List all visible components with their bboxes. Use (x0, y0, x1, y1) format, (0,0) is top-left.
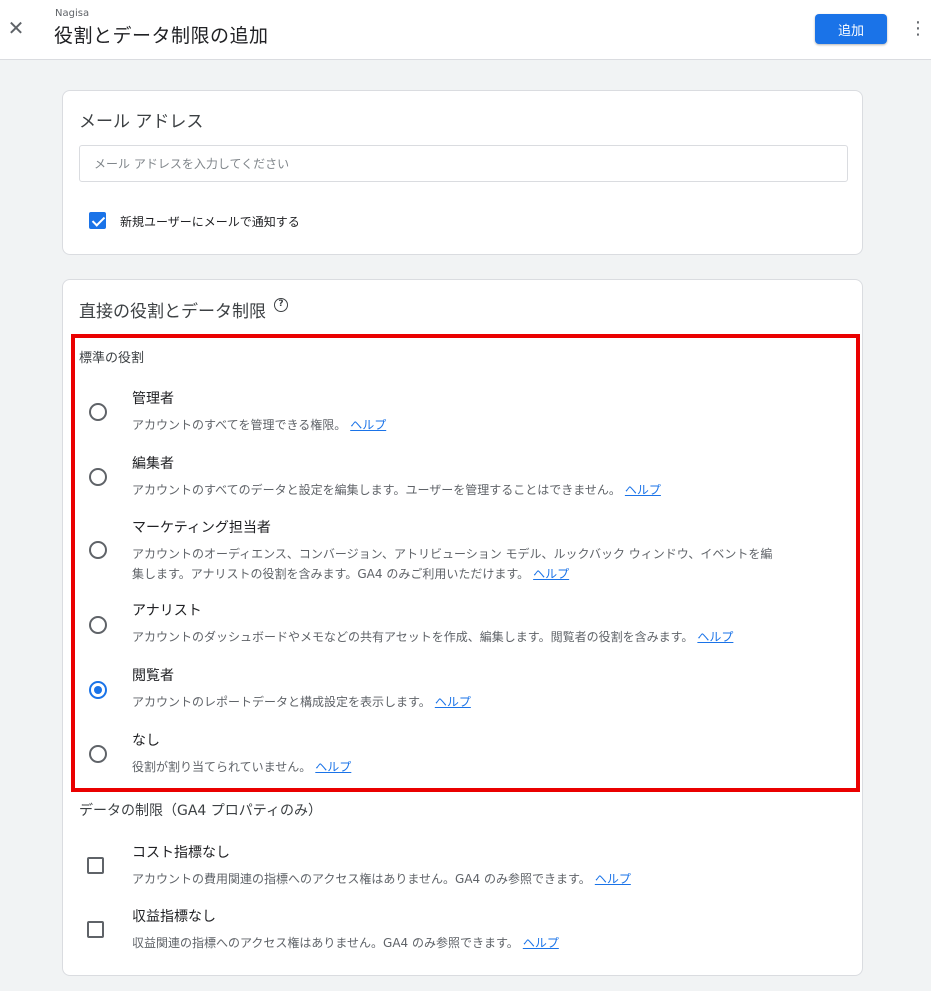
help-link-editor[interactable]: ヘルプ (625, 483, 661, 497)
role-desc-text: アカウントのダッシュボードやメモなどの共有アセットを作成、編集します。閲覧者の役… (132, 630, 694, 644)
role-desc-analyst: アカウントのダッシュボードやメモなどの共有アセットを作成、編集します。閲覧者の役… (132, 627, 733, 647)
restriction-title-cost: コスト指標なし (132, 845, 230, 861)
role-title-marketer: マーケティング担当者 (132, 520, 271, 536)
restriction-desc-text: アカウントの費用関連の指標へのアクセス権はありません。GA4 のみ参照できます。 (132, 872, 591, 886)
close-icon[interactable]: ✕ (6, 18, 26, 38)
checkbox-no-cost-metrics[interactable] (87, 857, 104, 874)
help-link-none[interactable]: ヘルプ (315, 760, 351, 774)
role-desc-marketer: アカウントのオーディエンス、コンバージョン、アトリビューション モデル、ルックバ… (132, 544, 772, 584)
add-button[interactable]: 追加 (815, 14, 887, 44)
roles-card: 直接の役割とデータ制限 ? 標準の役割 管理者 アカウントのすべてを管理できる権… (62, 279, 863, 976)
radio-viewer[interactable] (89, 681, 107, 699)
help-link-revenue[interactable]: ヘルプ (523, 936, 559, 950)
role-title-viewer: 閲覧者 (132, 668, 174, 684)
account-name: Nagisa (55, 8, 90, 19)
role-title-admin: 管理者 (132, 391, 174, 407)
standard-roles-label: 標準の役割 (79, 351, 145, 366)
role-desc-text: アカウントのすべてのデータと設定を編集します。ユーザーを管理することはできません… (132, 483, 621, 497)
role-desc-admin: アカウントのすべてを管理できる権限。 ヘルプ (132, 415, 386, 435)
role-desc-text-line1: アカウントのオーディエンス、コンバージョン、アトリビューション モデル、ルックバ… (132, 547, 773, 561)
restriction-desc-revenue: 収益関連の指標へのアクセス権はありません。GA4 のみ参照できます。 ヘルプ (132, 933, 559, 953)
notify-checkbox[interactable] (89, 212, 106, 229)
role-title-editor: 編集者 (132, 456, 174, 472)
data-restrictions-label: データの制限（GA4 プロパティのみ） (79, 803, 322, 819)
page-title: 役割とデータ制限の追加 (54, 25, 269, 47)
help-icon[interactable]: ? (274, 298, 288, 312)
role-desc-editor: アカウントのすべてのデータと設定を編集します。ユーザーを管理することはできません… (132, 480, 661, 500)
role-desc-text: 役割が割り当てられていません。 (132, 760, 312, 774)
restriction-desc-cost: アカウントの費用関連の指標へのアクセス権はありません。GA4 のみ参照できます。… (132, 869, 631, 889)
checkbox-no-revenue-metrics[interactable] (87, 921, 104, 938)
help-link-viewer[interactable]: ヘルプ (435, 695, 471, 709)
role-desc-text-line2: 集します。アナリストの役割を含みます。GA4 のみご利用いただけます。 (132, 567, 530, 581)
radio-editor[interactable] (89, 468, 107, 486)
radio-analyst[interactable] (89, 616, 107, 634)
more-vert-icon[interactable]: ⋮ (908, 18, 928, 40)
role-desc-viewer: アカウントのレポートデータと構成設定を表示します。 ヘルプ (132, 692, 471, 712)
restriction-title-revenue: 収益指標なし (132, 909, 216, 925)
radio-admin[interactable] (89, 403, 107, 421)
help-link-admin[interactable]: ヘルプ (350, 418, 386, 432)
help-link-analyst[interactable]: ヘルプ (697, 630, 733, 644)
notify-label: 新規ユーザーにメールで通知する (120, 215, 300, 229)
email-card-title: メール アドレス (79, 112, 204, 132)
role-title-analyst: アナリスト (132, 603, 202, 619)
roles-card-title: 直接の役割とデータ制限 (79, 302, 266, 322)
email-input[interactable] (79, 145, 848, 182)
radio-marketer[interactable] (89, 541, 107, 559)
role-title-none: なし (132, 733, 160, 749)
radio-none[interactable] (89, 745, 107, 763)
role-desc-text: アカウントのレポートデータと構成設定を表示します。 (132, 695, 431, 709)
help-link-marketer[interactable]: ヘルプ (533, 567, 569, 581)
role-desc-text: アカウントのすべてを管理できる権限。 (132, 418, 347, 432)
help-link-cost[interactable]: ヘルプ (595, 872, 631, 886)
email-card: メール アドレス 新規ユーザーにメールで通知する (62, 90, 863, 255)
restriction-desc-text: 収益関連の指標へのアクセス権はありません。GA4 のみ参照できます。 (132, 936, 519, 950)
role-desc-none: 役割が割り当てられていません。 ヘルプ (132, 757, 351, 777)
top-bar: ✕ Nagisa 役割とデータ制限の追加 追加 ⋮ (0, 0, 931, 60)
